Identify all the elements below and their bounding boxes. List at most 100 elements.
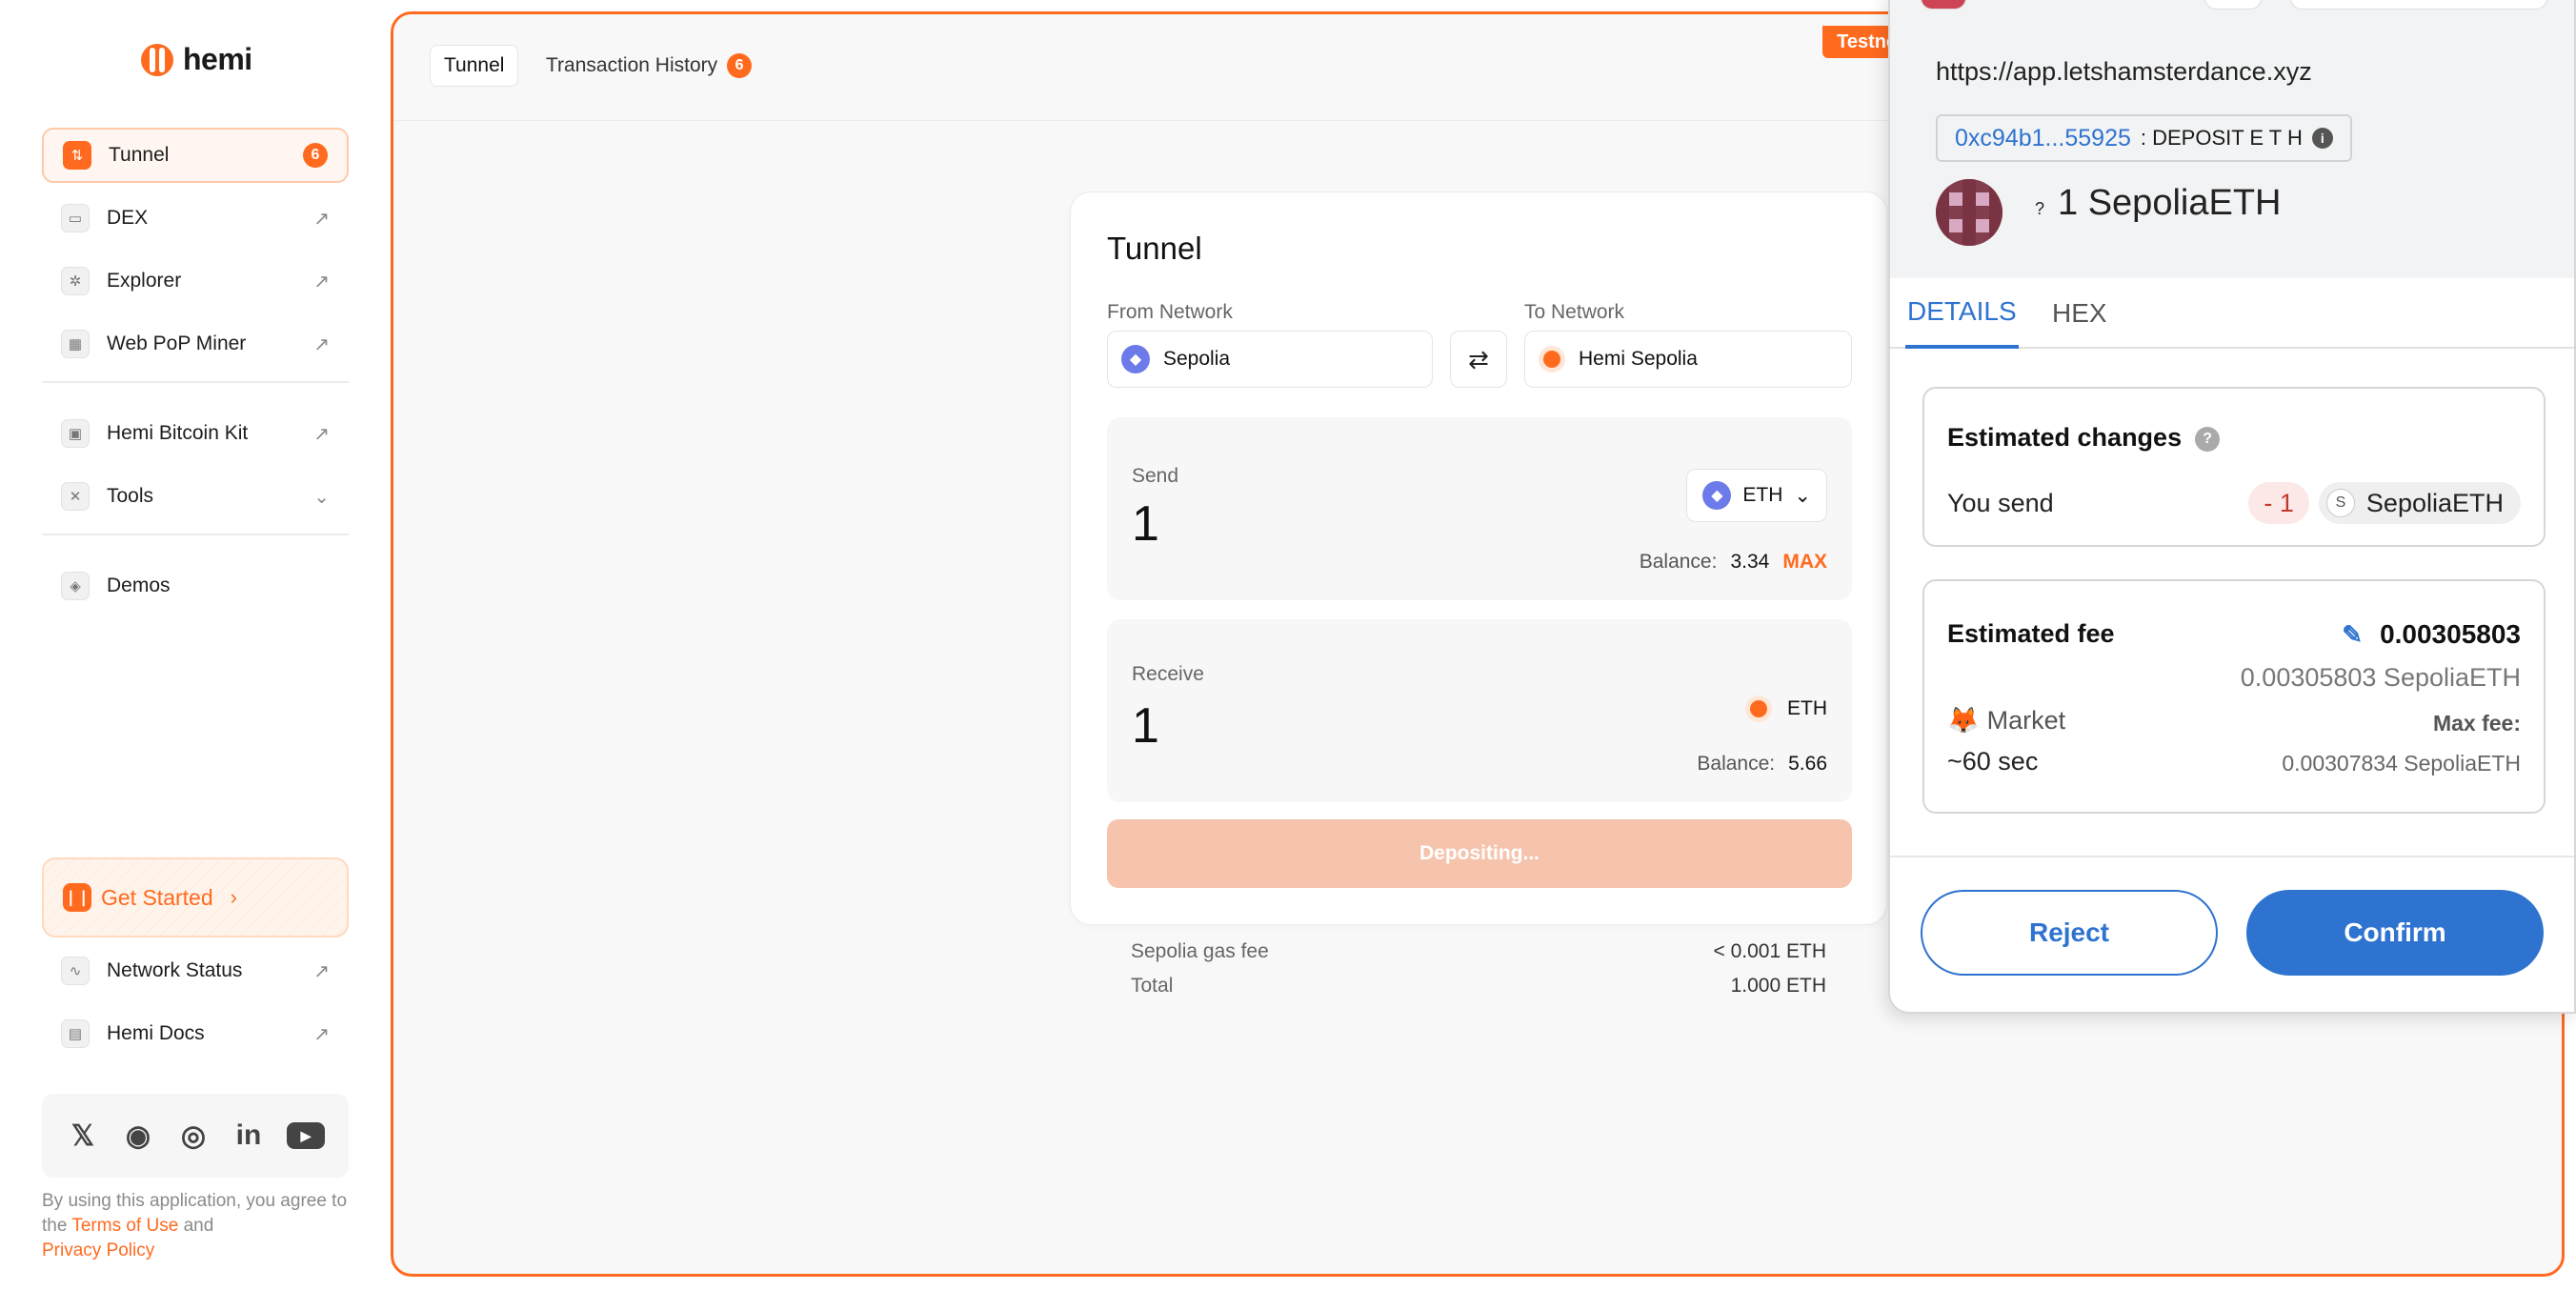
tab-details[interactable]: DETAILS (1905, 278, 2019, 349)
estimated-changes-label: Estimated changes (1947, 423, 2183, 452)
estimated-changes-box: Estimated changes? You send - 1 S Sepoli… (1922, 387, 2546, 547)
deposit-button[interactable]: Depositing... (1107, 819, 1852, 888)
ethereum-icon: ◆ (1702, 481, 1732, 510)
token-name: SepoliaETH (2365, 488, 2504, 517)
hemi-icon (1745, 695, 1772, 722)
contract-address[interactable]: 0xc94b1...55925 (1955, 125, 2131, 152)
unknown-token-marker: ? (2035, 199, 2045, 218)
hemi-logo-icon: ❘❘ (63, 883, 91, 912)
sidebar-item-label: Hemi Docs (107, 1022, 205, 1044)
max-button[interactable]: MAX (1782, 551, 1827, 574)
reject-button[interactable]: Reject (1921, 890, 2218, 976)
total-row: Total 1.000 ETH (1131, 975, 1826, 998)
swap-arrows-icon: ⇄ (1468, 344, 1489, 373)
send-amount-input[interactable]: 1 (1132, 495, 1159, 553)
legal-and: and (183, 1216, 214, 1236)
sidebar-item-dex[interactable]: ▭ DEX ↗ (42, 191, 349, 246)
from-network-select[interactable]: ◆ Sepolia (1107, 331, 1433, 388)
to-network-value: Hemi Sepolia (1579, 348, 1698, 370)
history-count-badge: 6 (727, 53, 753, 78)
max-fee-label: Max fee: (2432, 711, 2521, 736)
send-balance: Balance: 3.34 MAX (1640, 551, 1827, 574)
fee-time: ~60 sec (1947, 747, 2039, 776)
header-control-stub (2204, 0, 2262, 10)
receive-amount: 1 (1132, 698, 1159, 754)
sidebar-divider (42, 381, 349, 383)
x-icon[interactable]: 𝕏 (66, 1119, 100, 1153)
activity-icon: ∿ (61, 957, 90, 985)
sidebar-item-explorer[interactable]: ✲ Explorer ↗ (42, 253, 349, 309)
card-title: Tunnel (1107, 231, 1202, 266)
you-send-label: You send (1947, 488, 2054, 517)
gas-fee-row: Sepolia gas fee < 0.001 ETH (1131, 940, 1826, 963)
fee-value-full: 0.00305803 SepoliaETH (2240, 663, 2521, 692)
sidebar-item-demos[interactable]: ◈ Demos (42, 558, 349, 614)
sidebar-bottom-nav: ∿ Network Status ↗ ▤ Hemi Docs ↗ (42, 943, 349, 1069)
fee-label: Sepolia gas fee (1131, 940, 1269, 962)
method-name: : DEPOSIT E T H (2140, 126, 2303, 150)
grid-icon: ▦ (61, 330, 90, 358)
swap-networks-button[interactable]: ⇄ (1450, 331, 1507, 388)
request-origin: https://app.letshamsterdance.xyz (1936, 57, 2312, 86)
sidebar-item-hemi-docs[interactable]: ▤ Hemi Docs ↗ (42, 1006, 349, 1061)
token-pill: S SepoliaETH (2318, 482, 2521, 524)
send-token-select[interactable]: ◆ ETH ⌄ (1686, 469, 1827, 522)
sidebar-item-tools[interactable]: ✕ Tools ⌄ (42, 469, 349, 524)
help-icon[interactable]: ? (2195, 426, 2221, 452)
hemi-icon (1539, 346, 1565, 373)
to-network-select[interactable]: Hemi Sepolia (1524, 331, 1852, 388)
max-fee-value: 0.00307834 SepoliaETH (2282, 751, 2521, 776)
discord-icon[interactable]: ◉ (121, 1119, 155, 1153)
sidebar-item-label: Explorer (107, 270, 182, 292)
edit-fee-icon[interactable]: ✎ (2342, 620, 2363, 650)
fee-value: < 0.001 ETH (1713, 940, 1826, 962)
legal-notice: By using this application, you agree to … (42, 1189, 349, 1263)
get-started-button[interactable]: ❘❘ Get Started › (42, 857, 349, 937)
estimated-fee-box: Estimated fee ✎ 0.00305803 0.00305803 Se… (1922, 579, 2546, 814)
github-icon[interactable]: ◎ (176, 1119, 211, 1153)
sidebar-item-web-pop-miner[interactable]: ▦ Web PoP Miner ↗ (42, 316, 349, 372)
tunnel-card: Tunnel From Network ◆ Sepolia ⇄ To Netwo… (1070, 191, 1887, 925)
balance-label: Balance: (1639, 551, 1718, 573)
sidebar-item-tunnel[interactable]: ⇅ Tunnel 6 (42, 128, 349, 183)
get-started-label: Get Started (101, 884, 213, 910)
docs-icon: ▤ (61, 1019, 90, 1048)
fox-icon: 🦊 (1947, 706, 1980, 735)
sidebar-divider (42, 534, 349, 535)
receive-token: ETH (1745, 695, 1827, 722)
ethereum-icon: ◆ (1121, 345, 1150, 373)
external-link-icon: ↗ (313, 423, 330, 445)
info-icon[interactable]: i (2311, 128, 2333, 149)
tunnel-icon: ⇅ (63, 141, 91, 170)
balance-value: 5.66 (1788, 753, 1827, 775)
fee-market[interactable]: 🦊 Market (1947, 705, 2065, 736)
dex-icon: ▭ (61, 204, 90, 232)
terms-of-use-link[interactable]: Terms of Use (71, 1216, 178, 1236)
receive-panel: Receive 1 ETH Balance: 5.66 (1107, 619, 1852, 802)
send-delta: - 1 (2248, 482, 2309, 524)
hemi-logo[interactable]: hemi (141, 42, 252, 77)
receive-label: Receive (1132, 663, 1204, 685)
linkedin-icon[interactable]: in (231, 1119, 266, 1153)
account-avatar-stub (1921, 0, 1966, 10)
confirm-button[interactable]: Confirm (2246, 890, 2544, 976)
sidebar-item-label: Network Status (107, 959, 243, 981)
external-link-icon: ↗ (313, 960, 330, 982)
sidebar-item-network-status[interactable]: ∿ Network Status ↗ (42, 943, 349, 998)
youtube-icon[interactable]: ▶ (287, 1122, 325, 1149)
tab-tunnel[interactable]: Tunnel (430, 45, 519, 87)
from-network-value: Sepolia (1163, 348, 1231, 370)
tab-hex[interactable]: HEX (2052, 278, 2107, 349)
privacy-policy-link[interactable]: Privacy Policy (42, 1240, 154, 1260)
hemi-logo-icon (141, 43, 173, 76)
tools-icon: ✕ (61, 482, 90, 511)
receive-balance: Balance: 5.66 (1697, 753, 1827, 776)
explorer-icon: ✲ (61, 267, 90, 295)
chevron-right-icon: › (230, 885, 237, 909)
logo-text: hemi (183, 42, 252, 76)
sidebar-item-hemi-bitcoin-kit[interactable]: ▣ Hemi Bitcoin Kit ↗ (42, 406, 349, 461)
to-network-label: To Network (1524, 301, 1625, 323)
tab-transaction-history[interactable]: Transaction History 6 (533, 45, 765, 87)
chevron-down-icon: ⌄ (1794, 484, 1811, 507)
balance-value: 3.34 (1730, 551, 1770, 573)
